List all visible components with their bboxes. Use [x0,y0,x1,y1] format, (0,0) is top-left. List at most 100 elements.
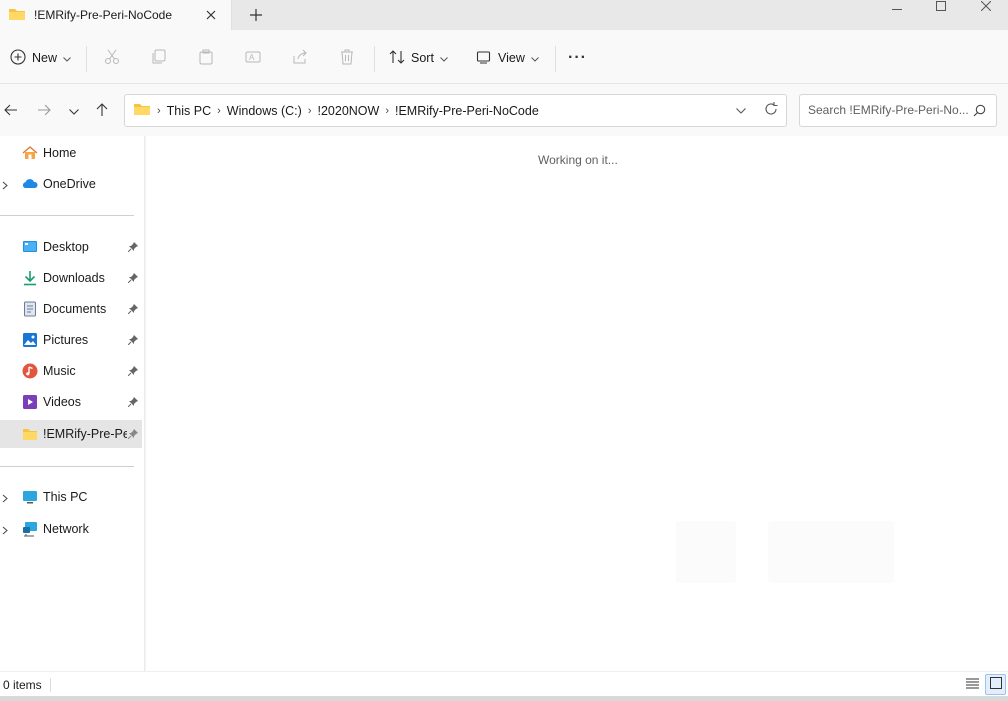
tiles-view-icon [989,677,1002,692]
chevron-right-icon[interactable]: › [217,105,221,117]
maximize-icon [936,0,946,14]
chevron-down-icon [531,51,539,65]
address-bar[interactable]: › This PC › Windows (C:) › !2020NOW › !E… [124,94,787,127]
cut-button[interactable] [104,46,120,70]
sort-button[interactable]: Sort [389,46,448,70]
more-icon: ··· [568,49,587,66]
forward-button[interactable] [33,100,55,122]
maximize-button[interactable] [919,0,963,14]
onedrive-icon [22,176,38,192]
view-button[interactable]: View [476,46,539,70]
sidebar-item-label: Network [43,522,89,536]
sidebar-item-home[interactable]: Home [0,139,142,167]
sidebar-item-downloads[interactable]: Downloads [0,264,142,292]
sidebar-item-documents[interactable]: Documents [0,295,142,323]
chevron-right-icon[interactable] [2,524,8,538]
more-options-button[interactable]: ··· [568,46,587,70]
sidebar-item-music[interactable]: Music [0,357,142,385]
documents-icon [22,301,38,317]
refresh-icon[interactable] [764,102,778,119]
sidebar-item-onedrive[interactable]: OneDrive [0,170,142,198]
sort-icon [389,49,405,68]
new-label: New [32,51,58,65]
sort-label: Sort [411,51,434,65]
copy-button[interactable] [151,46,167,70]
sidebar-item-desktop[interactable]: Desktop [0,233,142,261]
search-icon [973,104,986,120]
breadcrumb-this-pc[interactable]: This PC [167,104,211,118]
item-count: 0 items [3,678,42,692]
minimize-button[interactable] [875,0,919,14]
share-button[interactable] [292,46,308,70]
pin-icon[interactable] [127,365,138,379]
tab-title: !EMRify-Pre-Peri-NoCode [34,8,173,22]
chevron-down-icon [440,51,448,65]
new-button[interactable]: New [10,46,71,70]
divider [374,46,375,72]
pin-icon[interactable] [127,303,138,317]
breadcrumb-current-folder[interactable]: !EMRify-Pre-Peri-NoCode [395,104,539,118]
sidebar-item-label: Downloads [43,271,105,285]
sidebar-item-network[interactable]: Network [0,515,142,543]
trash-icon [339,49,355,68]
address-dropdown-button[interactable] [736,103,746,117]
breadcrumb-windows-c[interactable]: Windows (C:) [227,104,302,118]
paste-button[interactable] [198,46,214,70]
pin-icon[interactable] [127,272,138,286]
pin-icon[interactable] [127,334,138,348]
navigation-pane: Home OneDrive Desktop Downloads Document… [0,136,145,671]
view-label: View [498,51,525,65]
pin-icon[interactable] [127,396,138,410]
command-bar: New A Sort View ··· [0,30,1008,84]
tiles-view-button[interactable] [985,674,1006,695]
sidebar-item-this-pc[interactable]: This PC [0,483,142,511]
sidebar-item-videos[interactable]: Videos [0,388,142,416]
sidebar-item-current-folder[interactable]: !EMRify-Pre-Peri-NoCode [0,420,142,448]
back-button[interactable] [0,100,22,122]
rename-button[interactable]: A [245,46,261,70]
network-icon [22,521,38,537]
placeholder-shape [768,521,894,583]
arrow-right-icon [37,104,51,119]
chevron-right-icon[interactable] [2,179,8,193]
close-icon[interactable] [203,7,219,23]
tab-active[interactable]: !EMRify-Pre-Peri-NoCode [0,0,232,30]
divider [50,678,51,692]
chevron-right-icon[interactable]: › [385,105,389,117]
window-border [0,696,1008,701]
plus-icon [250,8,262,24]
title-bar: !EMRify-Pre-Peri-NoCode [0,0,1008,30]
new-tab-button[interactable] [246,6,266,26]
minimize-icon [892,0,902,14]
up-button[interactable] [91,100,113,122]
sidebar-item-label: Pictures [43,333,89,347]
pin-icon[interactable] [127,241,138,255]
home-icon [22,145,38,161]
plus-circle-icon [10,48,26,68]
divider [0,466,134,467]
chevron-down-icon [69,104,79,118]
search-box[interactable] [799,94,997,127]
chevron-right-icon[interactable] [2,492,8,506]
status-bar: 0 items [0,671,1008,696]
sidebar-item-label: Home [43,146,77,160]
details-view-button[interactable] [963,675,982,694]
breadcrumb-2020now[interactable]: !2020NOW [317,104,379,118]
rename-icon: A [245,49,261,68]
share-icon [292,49,308,68]
delete-button[interactable] [339,46,355,70]
sidebar-item-pictures[interactable]: Pictures [0,326,142,354]
folder-icon [22,426,38,442]
videos-icon [22,394,38,410]
close-icon [980,0,992,14]
address-row: › This PC › Windows (C:) › !2020NOW › !E… [0,84,1008,136]
search-input[interactable] [808,103,968,117]
close-window-button[interactable] [964,0,1008,14]
recent-locations-button[interactable] [63,100,85,122]
chevron-right-icon[interactable]: › [308,105,312,117]
pin-icon[interactable] [127,428,138,442]
arrow-left-icon [4,104,18,119]
divider [0,215,134,216]
file-list-area[interactable]: Working on it... [146,136,1008,671]
divider [555,46,556,72]
